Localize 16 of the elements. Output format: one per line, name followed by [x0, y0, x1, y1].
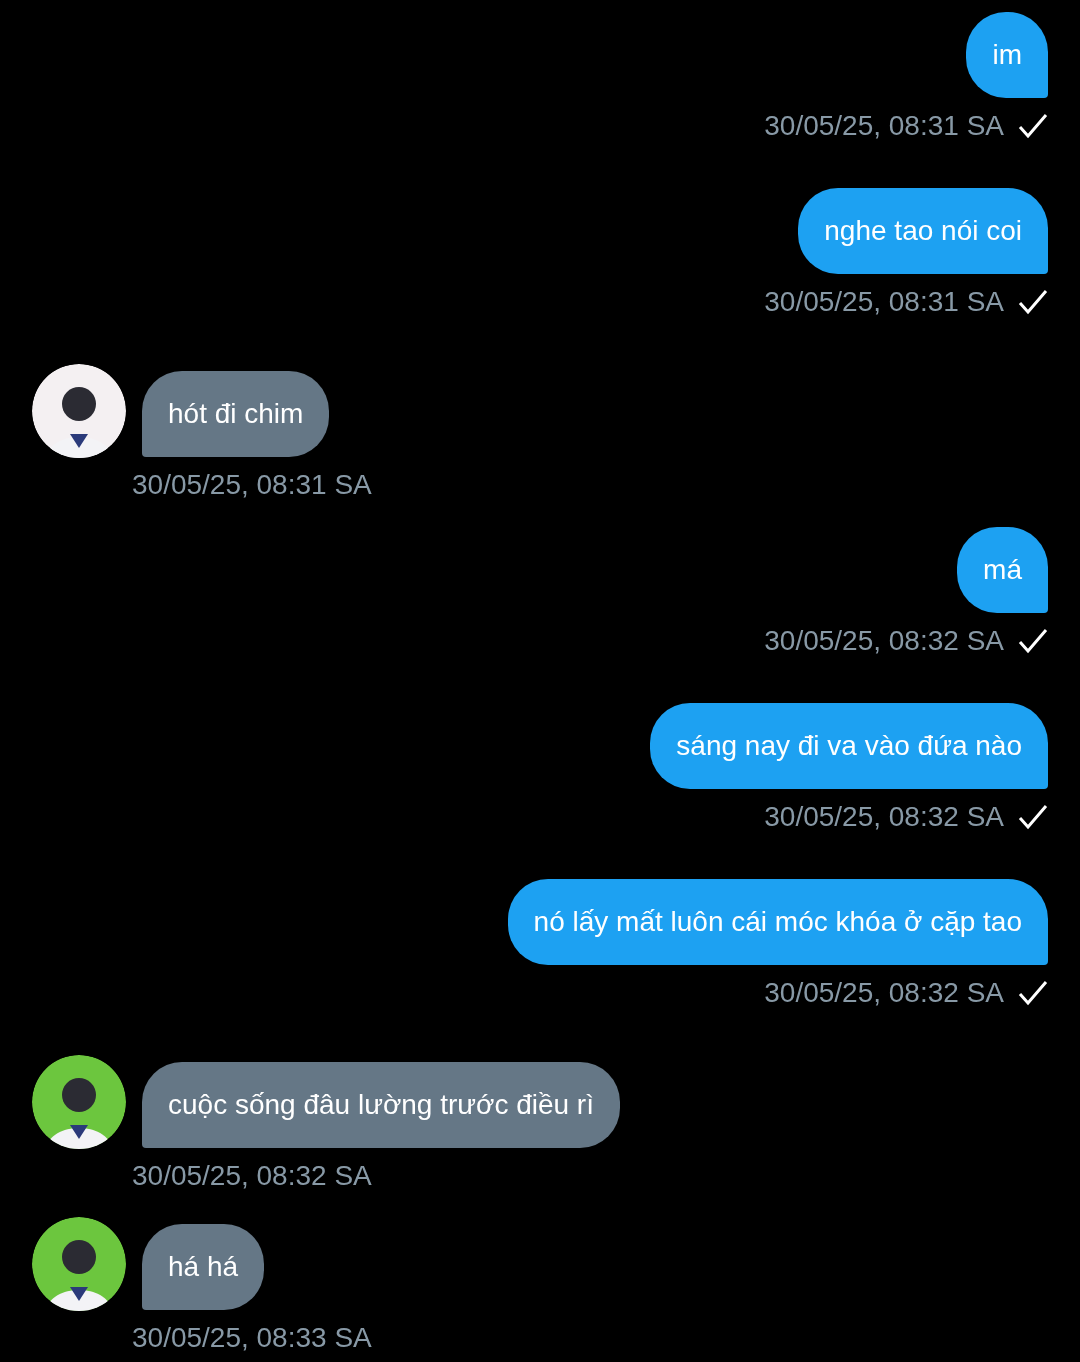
message-bubble: im: [966, 12, 1048, 98]
message-bubble: sáng nay đi va vào đứa nào: [650, 703, 1048, 789]
message-bubble: nghe tao nói coi: [798, 188, 1048, 274]
message-bubble: má: [957, 527, 1048, 613]
message-time: 30/05/25, 08:33 SA: [132, 1322, 373, 1354]
message-bubble: hót đi chim: [142, 371, 330, 457]
message-time: 30/05/25, 08:32 SA: [764, 625, 1004, 657]
message-bubble: há há: [142, 1224, 265, 1310]
message-time: 30/05/25, 08:32 SA: [764, 801, 1004, 833]
message-time: 30/05/25, 08:31 SA: [764, 286, 1004, 318]
message-time: 30/05/25, 08:32 SA: [132, 1160, 373, 1192]
message-time: 30/05/25, 08:32 SA: [764, 977, 1004, 1009]
message-bubble: nó lấy mất luôn cái móc khóa ở cặp tao: [507, 879, 1048, 965]
message-time: 30/05/25, 08:31 SA: [132, 469, 373, 501]
message-time: 30/05/25, 08:31 SA: [764, 110, 1004, 142]
message-bubble: cuộc sống đâu lường trước điều rì: [142, 1062, 620, 1148]
